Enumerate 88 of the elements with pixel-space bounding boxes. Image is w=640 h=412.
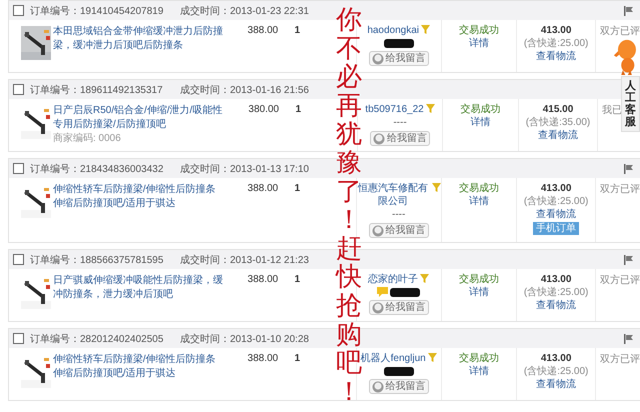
- order-time: 成交时间：2013-01-13 17:10: [180, 162, 309, 176]
- chat-bubble-icon: [372, 224, 384, 236]
- message-button[interactable]: 给我留言: [370, 131, 430, 146]
- order-total: 413.00: [540, 182, 572, 195]
- shipping-fee: (含快递:25.00): [524, 286, 588, 299]
- order-number: 订单编号：189611492135317: [30, 84, 164, 96]
- unit-price: 388.00: [248, 274, 278, 285]
- filter-icon: [426, 104, 435, 113]
- order-number: 订单编号：282012402402505: [30, 332, 164, 346]
- unit-price: 388.00: [248, 25, 278, 36]
- checkbox[interactable]: [13, 254, 24, 265]
- seller-link[interactable]: 恋家的叶子: [368, 273, 418, 286]
- review-status: 双方已评: [600, 354, 640, 365]
- contact-text: ----: [393, 116, 407, 129]
- mascot-icon: [612, 39, 637, 75]
- order-time: 成交时间：2013-01-10 20:28: [180, 332, 309, 346]
- logistics-link[interactable]: 查看物流: [536, 50, 576, 63]
- filter-icon: [420, 274, 430, 283]
- order-time: 成交时间：2013-01-12 21:23: [180, 254, 309, 266]
- checkbox[interactable]: [13, 333, 24, 344]
- product-link[interactable]: 日产骐威伸缩缓冲吸能性后防撞梁，缓冲防撞条，泄力缓冲后顶吧: [52, 274, 224, 302]
- quantity: 1: [294, 353, 300, 364]
- shipping-fee: (含快递:25.00): [524, 37, 588, 50]
- chat-bubble-icon: [372, 302, 384, 314]
- chat-bubble-icon: [372, 52, 384, 64]
- product-link[interactable]: 本田思域铝合金带伸缩缓冲泄力后防撞梁，缓冲泄力后顶吧后防撞条: [52, 25, 224, 53]
- order-time: 成交时间：2013-01-16 21:56: [180, 84, 309, 96]
- checkbox[interactable]: [13, 84, 24, 95]
- product-link[interactable]: 伸缩性轿车后防撞梁/伸缩性后防撞条伸缩后防撞顶吧/适用于骐达: [52, 353, 224, 381]
- contact-text: ----: [392, 208, 406, 221]
- quantity: 1: [294, 274, 300, 285]
- message-button[interactable]: 给我留言: [368, 51, 429, 66]
- review-status: 双方已评: [600, 184, 640, 195]
- seller-link[interactable]: haodongkai: [367, 24, 420, 37]
- filter-icon: [428, 353, 437, 362]
- unit-price: 388.00: [248, 183, 278, 194]
- logistics-link[interactable]: 查看物流: [536, 378, 576, 391]
- chat-bubble-icon: [373, 132, 385, 144]
- product-link[interactable]: 日产启辰R50/铝合金/伸缩/泄力/吸能性专用后防撞梁/后防撞顶吧: [53, 104, 225, 132]
- shipping-fee: (含快递:35.00): [526, 116, 590, 129]
- logistics-link[interactable]: 查看物流: [536, 208, 576, 221]
- order-total: 415.00: [542, 103, 574, 116]
- filter-icon: [421, 25, 430, 34]
- redaction-mark: [390, 288, 420, 296]
- message-button[interactable]: 给我留言: [368, 379, 429, 394]
- order-status: 交易成功: [458, 352, 499, 365]
- details-link[interactable]: 详情: [470, 116, 490, 129]
- details-link[interactable]: 详情: [468, 37, 489, 50]
- order-status: 交易成功: [458, 24, 499, 37]
- redaction-mark: [384, 366, 414, 376]
- order-status: 交易成功: [458, 273, 499, 286]
- order-number: 订单编号：191410454207819: [30, 4, 164, 18]
- order-time: 成交时间：2013-01-23 22:31: [180, 4, 309, 18]
- merchant-code: 商家编码: 0006: [53, 132, 122, 146]
- logistics-link[interactable]: 查看物流: [536, 299, 576, 312]
- order-status: 交易成功: [458, 182, 499, 195]
- checkbox[interactable]: [13, 5, 24, 16]
- unit-price: 388.00: [248, 353, 278, 364]
- checkbox[interactable]: [13, 163, 24, 174]
- seller-link[interactable]: tb509716_22: [365, 103, 424, 116]
- unit-price: 380.00: [248, 104, 279, 115]
- customer-service-tab[interactable]: 人工客服: [621, 76, 640, 132]
- review-status: 我已: [602, 105, 622, 116]
- order-status: 交易成功: [460, 103, 500, 116]
- order-number: 订单编号：188566375781595: [30, 254, 164, 266]
- details-link[interactable]: 详情: [468, 195, 489, 208]
- shipping-fee: (含快递:25.00): [524, 195, 588, 208]
- order-total: 413.00: [540, 352, 572, 365]
- quantity: 1: [294, 183, 300, 194]
- logistics-link[interactable]: 查看物流: [538, 129, 578, 142]
- order-total: 413.00: [540, 273, 572, 286]
- chat-icon: [377, 287, 388, 297]
- chat-bubble-icon: [372, 380, 384, 392]
- review-status: 双方已评: [600, 26, 640, 37]
- filter-icon: [432, 183, 441, 192]
- details-link[interactable]: 详情: [468, 365, 489, 378]
- redaction-mark: [384, 38, 414, 48]
- seller-link[interactable]: 机器人fengljun: [360, 352, 426, 365]
- message-button[interactable]: 给我留言: [368, 300, 429, 315]
- order-total: 413.00: [540, 24, 572, 37]
- shipping-fee: (含快递:25.00): [524, 365, 588, 378]
- details-link[interactable]: 详情: [468, 286, 489, 299]
- review-status: 双方已评: [600, 275, 640, 286]
- order-number: 订单编号：218434836003432: [30, 162, 164, 176]
- quantity: 1: [294, 25, 300, 36]
- product-link[interactable]: 伸缩性轿车后防撞梁/伸缩性后防撞条伸缩后防撞顶吧/适用于骐达: [52, 183, 224, 211]
- message-button[interactable]: 给我留言: [368, 223, 429, 238]
- quantity: 1: [295, 104, 301, 115]
